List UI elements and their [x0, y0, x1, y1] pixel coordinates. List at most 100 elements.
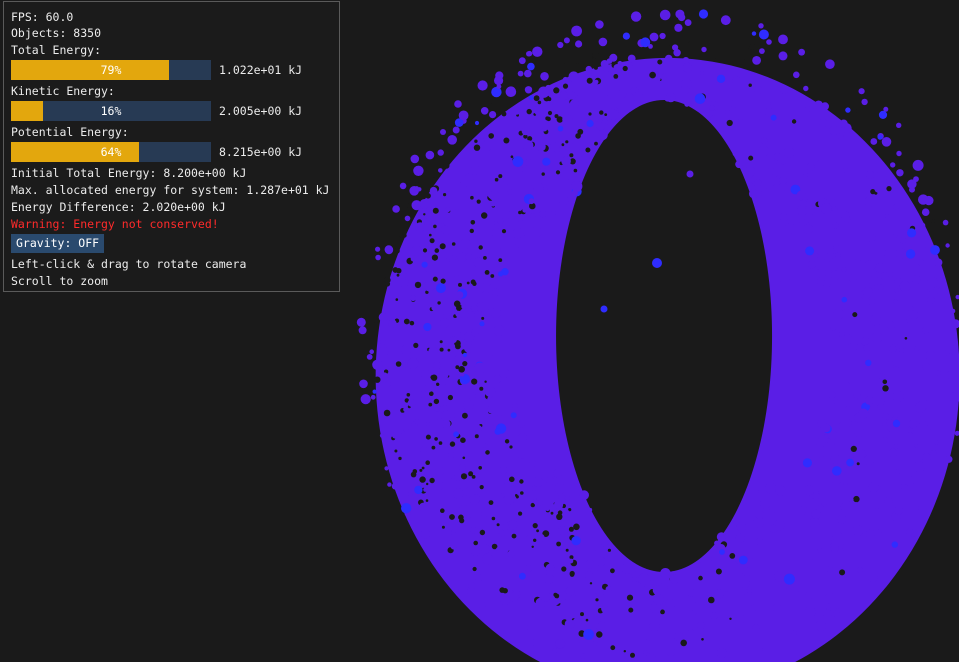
particle	[772, 171, 778, 177]
particle-gap	[441, 525, 445, 529]
particle	[844, 216, 851, 223]
particle-gap	[472, 566, 477, 572]
particle	[513, 108, 521, 115]
particle	[441, 225, 449, 234]
particle	[750, 604, 758, 611]
particle-gap	[431, 445, 436, 450]
particle	[369, 349, 375, 355]
particle-gap	[623, 650, 626, 653]
particle	[478, 601, 486, 610]
particle-gap	[569, 570, 575, 577]
energy-warning: Warning: Energy not conserved!	[11, 217, 219, 231]
particle-gap	[595, 598, 599, 602]
particle	[421, 369, 431, 380]
particle	[766, 39, 772, 45]
particle	[784, 223, 796, 234]
particle-gap	[425, 193, 431, 199]
particle-gap	[592, 51, 599, 59]
particle	[875, 263, 886, 274]
particle	[817, 547, 823, 553]
particle	[927, 277, 938, 288]
particle	[545, 506, 550, 512]
particle	[557, 41, 564, 49]
gravity-toggle-button[interactable]: Gravity: OFF	[11, 234, 105, 253]
particle	[654, 76, 661, 82]
particle	[398, 366, 406, 374]
particle	[425, 150, 435, 160]
particle-gap	[462, 456, 466, 460]
particle	[736, 614, 745, 624]
particle	[447, 135, 458, 145]
particle	[399, 182, 407, 190]
particle	[845, 107, 851, 113]
particle-gap	[588, 112, 592, 116]
particle	[597, 119, 603, 124]
particle	[419, 199, 430, 209]
particle	[893, 299, 899, 305]
particle	[921, 453, 932, 463]
particle	[453, 488, 464, 499]
particle	[445, 258, 450, 263]
particle-gap	[531, 545, 534, 548]
particle	[682, 62, 693, 73]
particle	[474, 362, 486, 374]
potential-energy-value: 8.215e+00 kJ	[219, 145, 303, 159]
particle	[914, 443, 919, 448]
particle	[843, 419, 852, 427]
particle	[846, 458, 854, 467]
particle	[882, 412, 890, 420]
particle	[477, 80, 488, 91]
particle	[673, 49, 681, 57]
particle	[804, 606, 816, 618]
particle-gap	[680, 639, 687, 647]
particle-gap	[649, 71, 656, 79]
particle	[890, 162, 896, 168]
particle	[375, 246, 381, 252]
particle	[583, 629, 594, 640]
particle	[388, 319, 397, 328]
particle	[858, 408, 869, 419]
particle	[466, 307, 472, 314]
particle	[909, 310, 919, 320]
particle	[370, 394, 376, 400]
particle	[856, 449, 866, 459]
particle-gap	[428, 402, 433, 407]
particle	[594, 543, 604, 553]
particle	[746, 552, 754, 560]
particle	[408, 491, 413, 497]
particle	[596, 589, 604, 597]
particle	[605, 586, 612, 593]
particle	[749, 189, 759, 199]
particle	[497, 414, 502, 420]
particle	[489, 190, 500, 201]
particle-gap	[439, 340, 443, 344]
particle	[581, 154, 590, 163]
particle	[758, 23, 764, 29]
particle	[592, 640, 598, 647]
particle	[871, 331, 883, 343]
particle	[926, 425, 932, 431]
particle	[812, 492, 820, 500]
particle-gap	[479, 485, 484, 490]
particle	[562, 76, 569, 83]
particle	[568, 558, 574, 564]
particle	[758, 29, 769, 40]
particle	[490, 307, 501, 319]
particle-gap	[484, 380, 487, 383]
particle	[554, 500, 564, 510]
particle	[378, 312, 388, 322]
particle	[830, 545, 836, 552]
particle-gap	[509, 476, 515, 483]
particle	[710, 612, 718, 620]
particle	[592, 593, 597, 598]
particle	[453, 431, 459, 438]
particle	[758, 488, 764, 495]
particle	[564, 146, 571, 153]
particle	[462, 352, 468, 358]
particle-gap	[491, 516, 496, 521]
particle	[684, 101, 690, 107]
particle-gap	[545, 116, 550, 121]
particle	[863, 344, 871, 352]
particle-gap	[657, 59, 663, 65]
particle	[755, 509, 765, 519]
